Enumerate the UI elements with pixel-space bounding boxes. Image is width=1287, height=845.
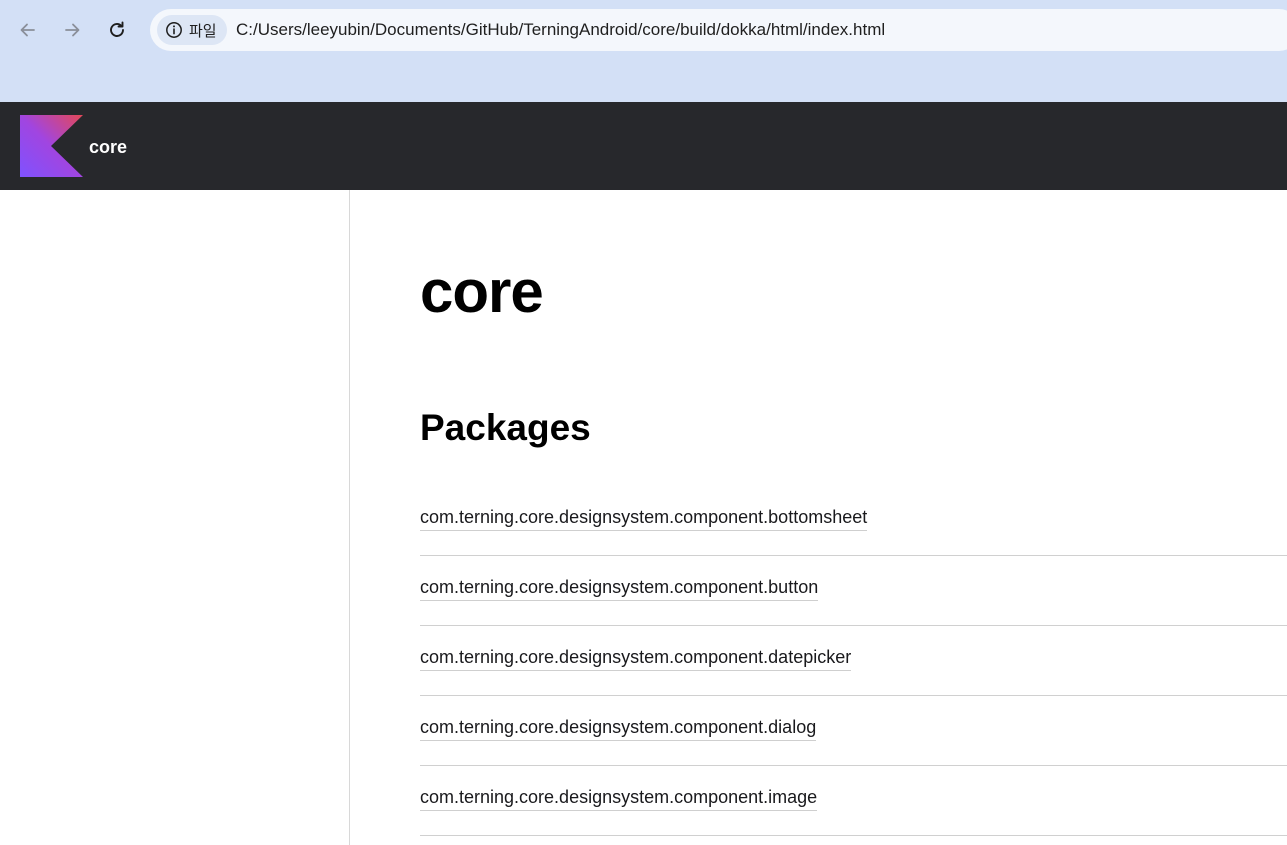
forward-button[interactable]	[54, 12, 90, 48]
reload-icon	[110, 21, 124, 37]
package-row: com.terning.core.designsystem.component.…	[420, 486, 1287, 556]
packages-heading: Packages	[420, 407, 591, 448]
package-row: com.terning.core.designsystem.component.…	[420, 696, 1287, 766]
package-row: com.terning.core.designsystem.component.…	[420, 626, 1287, 696]
site-info-chip[interactable]: 파일	[157, 15, 227, 45]
package-link-button[interactable]: com.terning.core.designsystem.component.…	[420, 577, 819, 601]
arrow-left-icon	[20, 23, 35, 37]
kotlin-logo[interactable]	[20, 115, 83, 177]
arrow-right-icon	[65, 23, 80, 37]
page-title: core	[420, 258, 544, 325]
header-title[interactable]: core	[89, 102, 127, 190]
reload-button[interactable]	[99, 12, 135, 48]
package-link-bottomsheet[interactable]: com.terning.core.designsystem.component.…	[420, 507, 868, 531]
package-link-datepicker[interactable]: com.terning.core.designsystem.component.…	[420, 647, 852, 671]
sidebar	[0, 190, 350, 845]
site-chip-label: 파일	[189, 21, 217, 40]
info-icon	[166, 22, 182, 38]
back-button[interactable]	[10, 12, 46, 48]
main-content: core Packages com.terning.core.designsys…	[350, 190, 1287, 845]
address-bar[interactable]: 파일 C:/Users/leeyubin/Documents/GitHub/Te…	[150, 9, 1287, 51]
doc-header: core	[0, 102, 1287, 190]
package-link-dialog[interactable]: com.terning.core.designsystem.component.…	[420, 717, 817, 741]
package-list: com.terning.core.designsystem.component.…	[420, 486, 1287, 836]
browser-toolbar: 파일 C:/Users/leeyubin/Documents/GitHub/Te…	[0, 0, 1287, 102]
package-row: com.terning.core.designsystem.component.…	[420, 556, 1287, 626]
package-link-image[interactable]: com.terning.core.designsystem.component.…	[420, 787, 818, 811]
url-text[interactable]: C:/Users/leeyubin/Documents/GitHub/Terni…	[236, 9, 885, 51]
package-row: com.terning.core.designsystem.component.…	[420, 766, 1287, 836]
